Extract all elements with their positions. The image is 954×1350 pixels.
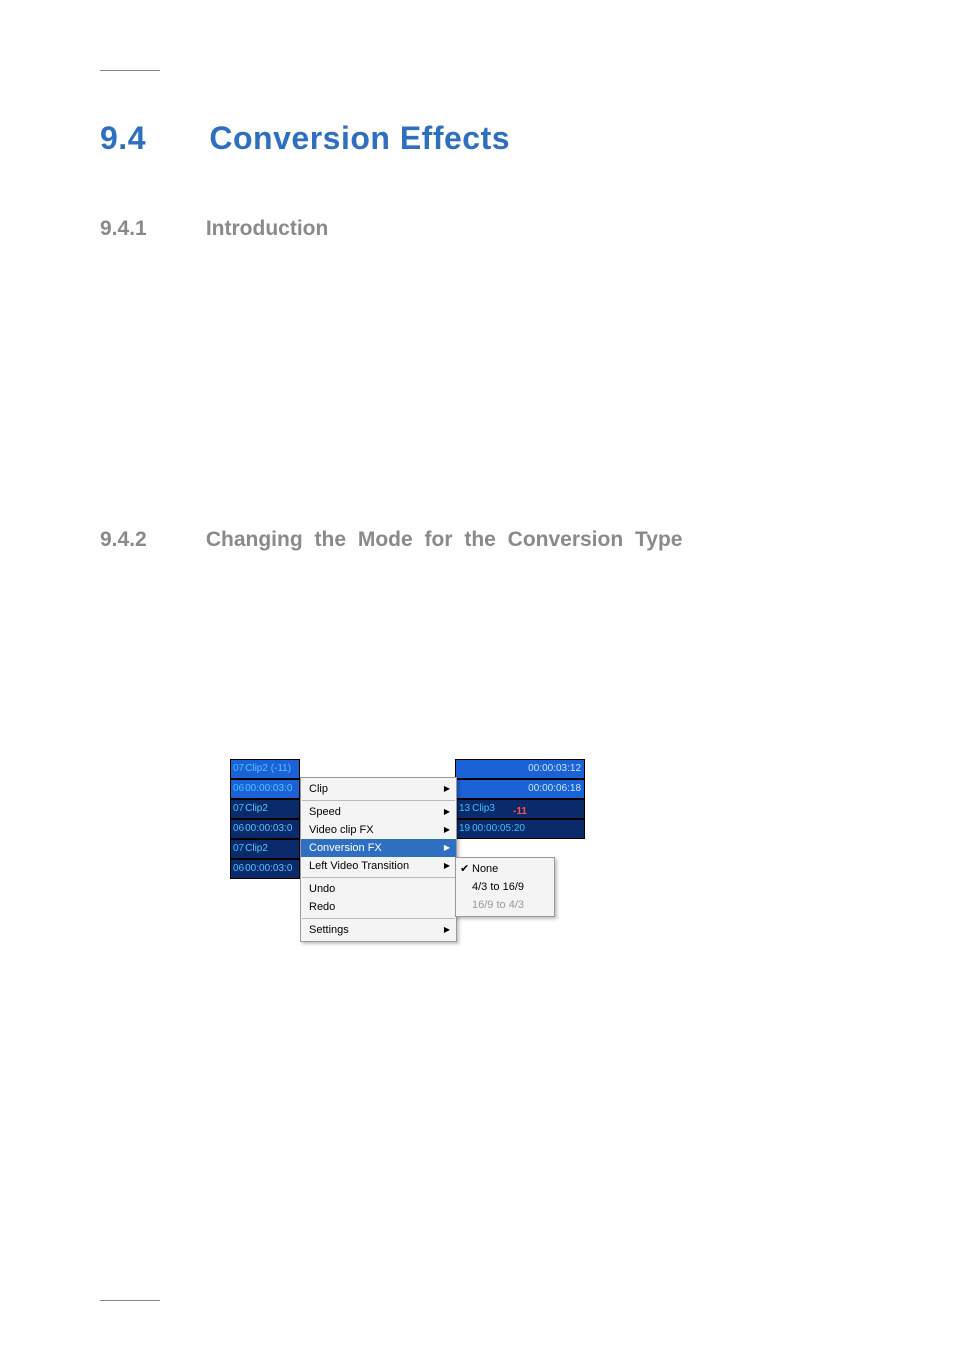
subsection-2-title: Changing the Mode for the Conversion Typ…	[206, 521, 846, 559]
menu-item-undo[interactable]: Undo	[301, 880, 456, 898]
menu-item-video-clip-fx[interactable]: Video clip FX▶	[301, 821, 456, 839]
timeline-cell[interactable]: 07Clip2 (-11)	[230, 759, 300, 779]
timeline-cell[interactable]: 00:00:03:12	[455, 759, 585, 779]
menu-item-clip[interactable]: Clip▶	[301, 780, 456, 798]
submenu-item-none[interactable]: ✔None	[456, 860, 554, 878]
subsection-2-number: 9.4.2	[100, 521, 200, 559]
menu-item-settings[interactable]: Settings▶	[301, 921, 456, 939]
timeline-left-column: 07Clip2 (-11)0600:00:03:007Clip20600:00:…	[230, 759, 300, 879]
timeline-cell[interactable]: 0600:00:03:0	[230, 859, 300, 879]
submenu-item-4-3-to-16-9[interactable]: 4/3 to 16/9	[456, 878, 554, 896]
timeline-cell[interactable]: 13Clip3-11	[455, 799, 585, 819]
timeline-cell[interactable]: 1900:00:05:20	[455, 819, 585, 839]
timeline-cell[interactable]: 07Clip2	[230, 799, 300, 819]
submenu-item-16-9-to-4-3: 16/9 to 4/3	[456, 896, 554, 914]
check-icon: ✔	[460, 862, 472, 875]
chevron-right-icon: ▶	[444, 861, 450, 870]
menu-item-redo[interactable]: Redo	[301, 898, 456, 916]
chevron-right-icon: ▶	[444, 825, 450, 834]
bottom-rule	[100, 1300, 160, 1301]
timeline-cell[interactable]: 0600:00:03:0	[230, 779, 300, 799]
menu-item-left-video-transition[interactable]: Left Video Transition▶	[301, 857, 456, 875]
menu-item-conversion-fx[interactable]: Conversion FX▶	[301, 839, 456, 857]
timeline-cell[interactable]: 00:00:06:18	[455, 779, 585, 799]
timeline-right-column: 00:00:03:1200:00:06:1813Clip3-111900:00:…	[455, 759, 585, 839]
chevron-right-icon: ▶	[444, 843, 450, 852]
section-title: Conversion Effects	[209, 120, 510, 156]
chevron-right-icon: ▶	[444, 925, 450, 934]
chevron-right-icon: ▶	[444, 807, 450, 816]
timeline-cell[interactable]: 0600:00:03:0	[230, 819, 300, 839]
conversion-fx-submenu[interactable]: ✔None4/3 to 16/916/9 to 4/3	[455, 857, 555, 917]
screenshot-context-menu: 07Clip2 (-11)0600:00:03:007Clip20600:00:…	[230, 759, 585, 1002]
subsection-2-heading: 9.4.2 Changing the Mode for the Conversi…	[100, 521, 854, 559]
section-heading: 9.4 Conversion Effects	[100, 120, 854, 157]
subsection-1-number: 9.4.1	[100, 217, 200, 241]
context-menu[interactable]: Clip▶ Speed▶Video clip FX▶Conversion FX▶L…	[300, 777, 457, 942]
subsection-1-title: Introduction	[206, 217, 328, 240]
menu-item-speed[interactable]: Speed▶	[301, 803, 456, 821]
section-number: 9.4	[100, 120, 200, 157]
timeline-cell[interactable]: 07Clip2	[230, 839, 300, 859]
chevron-right-icon: ▶	[444, 784, 450, 793]
subsection-1-heading: 9.4.1 Introduction	[100, 217, 854, 241]
top-rule	[100, 70, 160, 71]
